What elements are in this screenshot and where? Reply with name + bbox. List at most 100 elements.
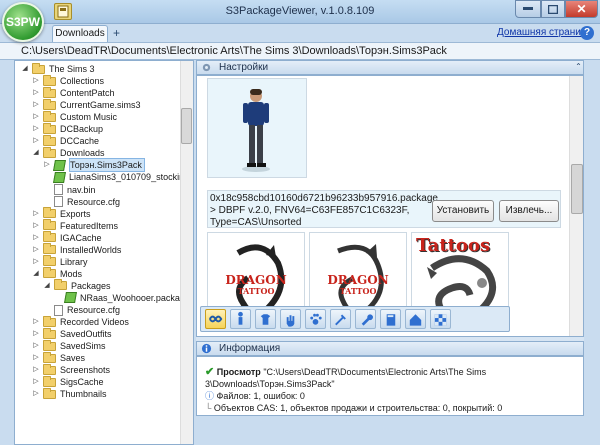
extract-button[interactable]: Извлечь... (499, 200, 559, 222)
tree-item[interactable]: ▷ Thumbnails (32, 387, 107, 400)
tree-item[interactable]: LianaSims3_010709_stocking (43, 171, 189, 183)
folder-icon (43, 122, 56, 134)
tree-item-label: Mods (60, 268, 83, 279)
tree-item[interactable]: ▷ Custom Music (32, 110, 117, 123)
tree-item[interactable]: ◢ Mods (32, 267, 83, 280)
maximize-button[interactable] (541, 0, 565, 18)
expand-icon[interactable]: ▷ (32, 222, 40, 230)
add-tab-button[interactable]: + (113, 26, 120, 40)
filter-button-shirt[interactable] (255, 309, 276, 329)
filter-button-tools[interactable] (330, 309, 351, 329)
expand-icon[interactable]: ▷ (32, 366, 40, 374)
folder-icon (43, 339, 56, 351)
expand-icon[interactable]: ▷ (32, 113, 40, 121)
tree-item[interactable]: Resource.cfg (43, 304, 120, 316)
filter-button-hand[interactable] (280, 309, 301, 329)
cas-entry: 0x18c958cbd10160d6721b96233b957916.packa… (207, 190, 561, 228)
filter-button-book[interactable] (380, 309, 401, 329)
filter-button-house[interactable] (405, 309, 426, 329)
expand-icon[interactable]: ▷ (32, 125, 40, 133)
expand-icon[interactable]: ▷ (32, 77, 40, 85)
expand-icon[interactable]: ▷ (32, 390, 40, 398)
book-icon (386, 314, 396, 326)
settings-title: Настройки (219, 62, 269, 73)
hand-icon (286, 315, 295, 327)
expand-icon[interactable]: ◢ (21, 65, 29, 73)
minimize-button[interactable] (515, 0, 541, 18)
tree-item[interactable]: ▷ FeaturedItems (32, 219, 118, 232)
tree-item[interactable]: ▷ Recorded Videos (32, 315, 129, 328)
expand-icon[interactable]: ▷ (32, 137, 40, 145)
tree-item[interactable]: ▷ DCCache (32, 134, 99, 147)
tree-item[interactable]: ▷ Library (32, 255, 88, 268)
tree-item-label: Resource.cfg (67, 305, 121, 315)
tree-item[interactable]: Resource.cfg (43, 196, 120, 208)
cas-entry-text: 0x18c958cbd10160d6721b96233b957916.packa… (210, 193, 438, 229)
expand-icon[interactable]: ▷ (32, 318, 40, 326)
expand-icon[interactable]: ▷ (32, 330, 40, 338)
folder-icon (43, 255, 56, 267)
tree-item[interactable]: NRaas_Woohooer.package (54, 292, 190, 304)
filter-button-paw[interactable] (305, 309, 326, 329)
tree-scrollbar-thumb[interactable] (181, 108, 192, 144)
folder-icon (43, 327, 56, 339)
tree-item[interactable]: ▷ SavedSims (32, 339, 106, 352)
tree-item[interactable]: ▷ SigsCache (32, 375, 104, 388)
thumbnail-2-sublabel: TATTOO (339, 286, 377, 296)
expand-icon[interactable]: ▷ (32, 89, 40, 97)
expand-icon[interactable]: ◢ (32, 149, 40, 157)
cas-entry-dbpf: > DBPF v.2.0, FNV64=C63FE857C1C6323F, (210, 205, 410, 216)
folder-icon (32, 62, 45, 74)
tree-item[interactable]: ▷ Торэн.Sims3Pack (43, 158, 145, 173)
expand-icon[interactable]: ▷ (32, 101, 40, 109)
tree-item[interactable]: ▷ Exports (32, 207, 91, 220)
filter-button-wrench[interactable] (355, 309, 376, 329)
expand-icon[interactable]: ▷ (32, 378, 40, 386)
home-page-link[interactable]: Домашняя страница (497, 27, 592, 38)
settings-header[interactable]: Настройки (196, 60, 584, 75)
expand-icon[interactable]: ◢ (32, 270, 40, 278)
wrench-icon (361, 314, 373, 326)
expand-icon[interactable]: ▷ (32, 246, 40, 254)
filter-button-checker[interactable] (430, 309, 451, 329)
tree-item-label: The Sims 3 (49, 64, 95, 74)
collapse-settings-button[interactable]: ⌃ (573, 60, 584, 75)
close-button[interactable]: ✕ (565, 0, 598, 18)
app-logo[interactable]: S3PW (2, 2, 44, 42)
help-icon[interactable]: ? (580, 26, 594, 40)
tree-item[interactable]: ◢ Packages (43, 279, 111, 292)
expand-icon[interactable]: ▷ (32, 354, 40, 362)
expand-icon[interactable]: ▷ (32, 258, 40, 266)
tree-item[interactable]: ▷ Collections (32, 74, 104, 87)
category-filter-toolbar (200, 306, 510, 332)
expand-icon[interactable]: ◢ (43, 282, 51, 290)
filter-button-person[interactable] (230, 309, 251, 329)
tree-item[interactable]: ▷ IGACache (32, 231, 102, 244)
folder-tree[interactable]: ▷ Thumbnails ▷ SigsCache ▷ Screenshots ▷ Saves ▷… (14, 60, 194, 445)
expand-icon[interactable]: ▷ (32, 210, 40, 218)
tree-item[interactable]: ▷ Saves (32, 351, 85, 364)
tree-item[interactable]: ▷ CurrentGame.sims3 (32, 98, 141, 111)
tree-item[interactable]: ◢ The Sims 3 (21, 62, 95, 75)
filter-button-infinity[interactable] (205, 309, 226, 329)
tree-item[interactable]: ▷ DCBackup (32, 122, 103, 135)
expand-icon[interactable]: ▷ (32, 342, 40, 350)
thumbnail-1-sublabel: TATTOO (237, 286, 275, 296)
tree-item[interactable]: ▷ ContentPatch (32, 86, 115, 99)
tree-item-label: Packages (71, 280, 111, 291)
install-button[interactable]: Установить (432, 200, 494, 222)
expand-icon[interactable]: ▷ (43, 161, 51, 169)
content-scrollbar[interactable] (569, 76, 583, 336)
preview-path-1: "C:\Users\DeadTR\Documents\Electronic Ar… (263, 367, 487, 377)
tree-item[interactable]: ▷ Screenshots (32, 363, 110, 376)
tree-item[interactable]: ◢ Downloads (32, 146, 105, 159)
info-header[interactable]: Информация (196, 341, 584, 356)
tree-item-label: ContentPatch (60, 88, 115, 99)
tree-item[interactable]: nav.bin (43, 184, 95, 196)
content-scrollbar-thumb[interactable] (571, 164, 583, 214)
tree-item[interactable]: ▷ SavedOutfits (32, 327, 112, 340)
tab-downloads[interactable]: Downloads (52, 25, 108, 42)
tree-item[interactable]: ▷ InstalledWorlds (32, 243, 121, 256)
expand-icon[interactable]: ▷ (32, 234, 40, 242)
files-line: ⓘ Файлов: 1, ошибок: 0 (205, 391, 305, 402)
